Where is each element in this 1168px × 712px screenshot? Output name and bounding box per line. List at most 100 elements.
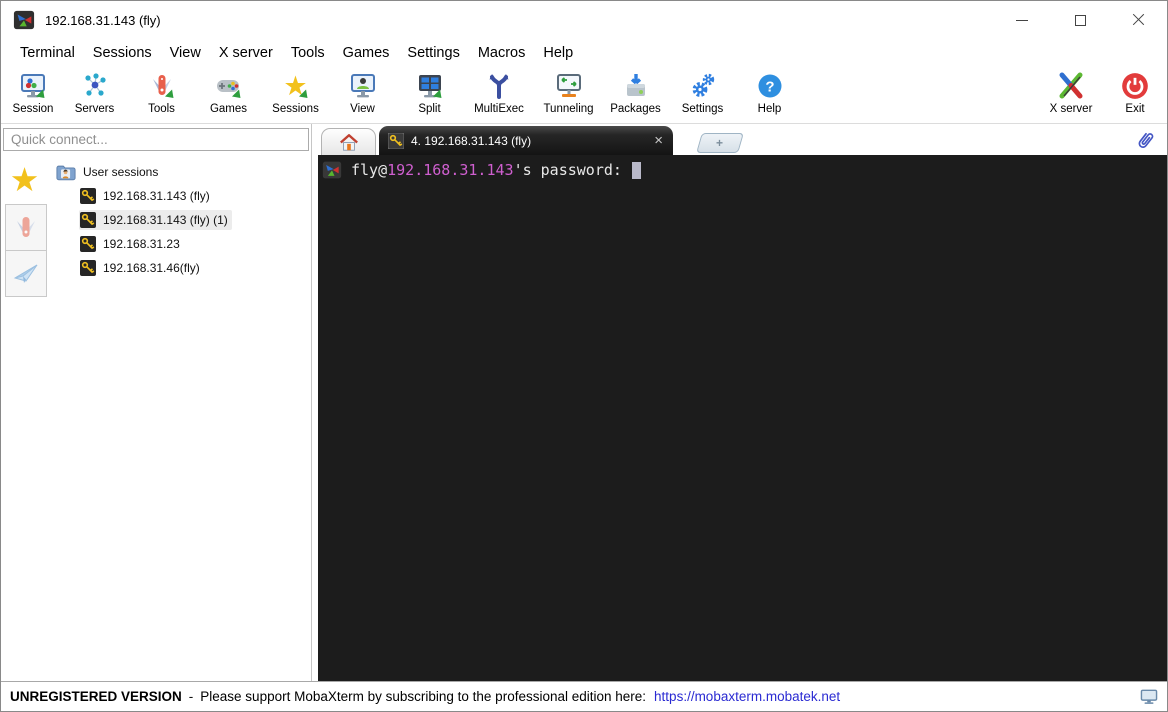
main-area: ★ [1, 124, 1167, 681]
split-icon [415, 71, 445, 101]
paper-plane-icon [11, 259, 41, 289]
toolbar-session-button[interactable]: Session [5, 71, 61, 115]
home-tab[interactable] [321, 128, 376, 155]
ssh-key-icon [80, 188, 96, 204]
gamepad-icon [214, 71, 244, 101]
toolbar-xserver-button[interactable]: X server [1035, 71, 1107, 115]
separator: - [189, 689, 194, 704]
sidebar-tab-tools[interactable] [5, 204, 47, 251]
home-icon [339, 133, 359, 152]
password-prompt: fly@192.168.31.143's password: [351, 161, 631, 179]
terminal-cursor [632, 162, 641, 179]
menu-games[interactable]: Games [334, 43, 399, 63]
toolbar-sessions-button[interactable]: ★ Sessions [262, 71, 329, 115]
toolbar-games-button[interactable]: Games [195, 71, 262, 115]
toolbar-multiexec-button[interactable]: MultiExec [463, 71, 535, 115]
sidebar: ★ [1, 124, 312, 681]
tools-knife-icon [147, 71, 177, 101]
toolbar-view-button[interactable]: View [329, 71, 396, 115]
swiss-knife-icon [11, 213, 41, 243]
toolbar-tools-button[interactable]: Tools [128, 71, 195, 115]
mobaxterm-logo-icon [322, 160, 342, 180]
paperclip-icon[interactable] [1135, 129, 1155, 151]
window-title: 192.168.31.143 (fly) [45, 13, 161, 28]
terminal-line: fly@192.168.31.143's password: [322, 160, 1163, 180]
active-session-tab[interactable]: 4. 192.168.31.143 (fly) × [379, 126, 673, 155]
tunneling-icon [554, 71, 584, 101]
new-tab-button[interactable]: + [696, 133, 744, 153]
unregistered-version-label: UNREGISTERED VERSION [10, 689, 182, 704]
mobaxterm-logo-icon [13, 9, 35, 31]
host-ip: 192.168.31.143 [387, 161, 513, 179]
view-monitor-icon [348, 71, 378, 101]
sidebar-tab-macros[interactable] [5, 250, 47, 297]
power-icon [1120, 71, 1150, 101]
plus-icon: + [716, 136, 723, 150]
user-sessions-folder-icon [56, 164, 76, 181]
sidebar-body: ★ [1, 153, 311, 681]
tree-root-user-sessions[interactable]: User sessions [56, 162, 311, 182]
close-button[interactable] [1109, 1, 1167, 39]
menu-sessions[interactable]: Sessions [84, 43, 161, 63]
remote-display-icon[interactable] [1140, 689, 1158, 705]
sidebar-tab-sessions[interactable]: ★ [1, 155, 48, 205]
toolbar-packages-button[interactable]: Packages [602, 71, 669, 115]
quick-connect-input[interactable] [3, 128, 309, 151]
session-label: 192.168.31.143 (fly) [103, 189, 210, 203]
terminal[interactable]: fly@192.168.31.143's password: [318, 155, 1167, 681]
menu-terminal[interactable]: Terminal [11, 43, 84, 63]
menu-settings[interactable]: Settings [398, 43, 468, 63]
xserver-icon [1056, 71, 1086, 101]
maximize-icon [1075, 15, 1086, 26]
session-icon [18, 71, 48, 101]
title-bar: 192.168.31.143 (fly) [1, 1, 1167, 39]
tree-session-item[interactable]: 192.168.31.46(fly) [79, 258, 204, 278]
maximize-button[interactable] [1051, 1, 1109, 39]
star-icon: ★ [10, 166, 40, 194]
active-tab-label: 4. 192.168.31.143 (fly) [411, 134, 531, 148]
sidebar-vertical-tabs: ★ [1, 153, 48, 681]
help-icon: ? [755, 71, 785, 101]
toolbar-exit-button[interactable]: Exit [1107, 71, 1163, 115]
toolbar-right-group: X server Exit [1035, 71, 1163, 115]
menu-view[interactable]: View [161, 43, 210, 63]
close-icon [1132, 14, 1145, 27]
toolbar-help-button[interactable]: ? Help [736, 71, 803, 115]
ssh-key-icon [80, 260, 96, 276]
minimize-icon [1016, 20, 1028, 21]
toolbar: Session Servers [1, 66, 1167, 124]
menu-help[interactable]: Help [534, 43, 582, 63]
sessions-tree: User sessions 192.168.31.143 (fly) [48, 153, 311, 681]
tab-bar: 4. 192.168.31.143 (fly) × + [318, 124, 1167, 155]
menu-tools[interactable]: Tools [282, 43, 334, 63]
ssh-key-icon [80, 236, 96, 252]
session-label: 192.168.31.143 (fly) (1) [103, 213, 228, 227]
tree-session-item[interactable]: 192.168.31.143 (fly) [79, 186, 214, 206]
toolbar-settings-button[interactable]: Settings [669, 71, 736, 115]
gears-icon [688, 71, 718, 101]
star-icon: ★ [281, 71, 311, 101]
ssh-key-icon [80, 212, 96, 228]
terminal-panel: 4. 192.168.31.143 (fly) × + fly@ [318, 124, 1167, 681]
tree-root-label: User sessions [83, 165, 158, 179]
tree-session-item-selected[interactable]: 192.168.31.143 (fly) (1) [79, 210, 232, 230]
toolbar-split-button[interactable]: Split [396, 71, 463, 115]
tab-close-icon[interactable]: × [654, 133, 663, 148]
mobaxterm-window: { "window": { "title": "192.168.31.143 (… [0, 0, 1168, 712]
session-label: 192.168.31.46(fly) [103, 261, 200, 275]
minimize-button[interactable] [993, 1, 1051, 39]
menu-bar: Terminal Sessions View X server Tools Ga… [1, 39, 1167, 66]
ssh-key-icon [388, 133, 404, 149]
support-message: Please support MobaXterm by subscribing … [200, 689, 646, 704]
packages-icon [621, 71, 651, 101]
multiexec-fork-icon [484, 71, 514, 101]
session-label: 192.168.31.23 [103, 237, 180, 251]
mobatek-link[interactable]: https://mobaxterm.mobatek.net [654, 689, 840, 704]
toolbar-tunneling-button[interactable]: Tunneling [535, 71, 602, 115]
status-bar: UNREGISTERED VERSION - Please support Mo… [1, 681, 1167, 711]
servers-icon [80, 71, 110, 101]
menu-xserver[interactable]: X server [210, 43, 282, 63]
menu-macros[interactable]: Macros [469, 43, 535, 63]
toolbar-servers-button[interactable]: Servers [61, 71, 128, 115]
tree-session-item[interactable]: 192.168.31.23 [79, 234, 184, 254]
